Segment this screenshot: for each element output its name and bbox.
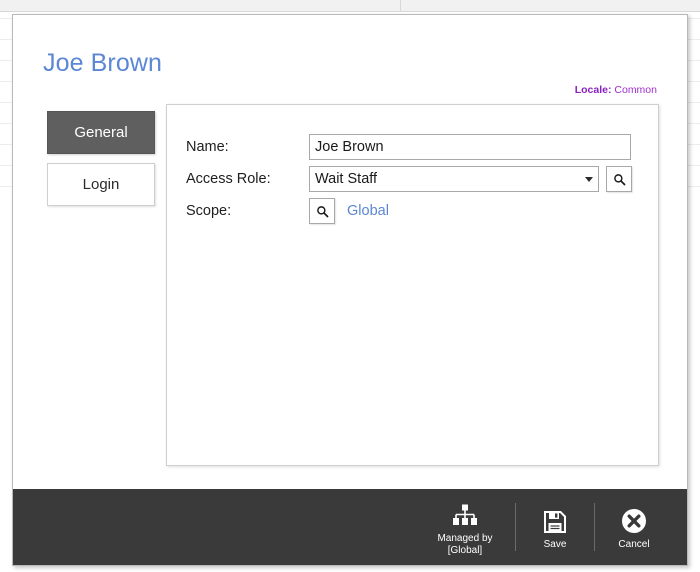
edit-user-dialog: Joe Brown Locale: Common General Login N… <box>12 14 688 566</box>
managed-by-label: Managed by [Global] <box>437 532 493 556</box>
cancel-label: Cancel <box>618 538 650 550</box>
name-label: Name: <box>186 139 229 155</box>
managed-by-button[interactable]: Managed by [Global] <box>419 489 511 565</box>
general-tab-panel: Name: Access Role: Wait Staff <box>166 104 659 466</box>
access-role-dropdown[interactable]: Wait Staff <box>309 166 599 192</box>
name-input[interactable] <box>309 134 631 160</box>
access-role-value: Wait Staff <box>315 171 378 187</box>
general-form: Name: Access Role: Wait Staff <box>186 131 638 227</box>
footer-divider <box>594 503 595 551</box>
scope-search-button[interactable] <box>309 198 335 224</box>
dialog-body: Joe Brown Locale: Common General Login N… <box>13 15 687 491</box>
background-toolbar-divider <box>400 0 401 11</box>
locale-label: Locale: <box>574 84 612 96</box>
access-role-search-button[interactable] <box>606 166 632 192</box>
tab-general[interactable]: General <box>47 111 155 154</box>
background-toolbar <box>0 0 700 12</box>
search-icon <box>613 173 625 185</box>
footer-right-spacer <box>669 489 687 565</box>
hierarchy-icon <box>452 498 478 528</box>
scope-label: Scope: <box>186 203 232 219</box>
locale-indicator: Locale: Common <box>575 84 657 96</box>
save-label: Save <box>543 538 567 550</box>
close-circle-icon <box>621 504 647 534</box>
form-row-access-role: Access Role: Wait Staff <box>186 163 638 195</box>
tab-strip: General Login <box>47 111 155 215</box>
chevron-down-icon[interactable] <box>580 176 598 182</box>
floppy-disk-icon <box>543 504 567 534</box>
tab-login[interactable]: Login <box>47 163 155 206</box>
scope-value-link[interactable]: Global <box>347 203 389 219</box>
locale-value: Common <box>614 84 657 96</box>
footer-divider <box>515 503 516 551</box>
page-title: Joe Brown <box>43 49 163 77</box>
search-icon <box>316 205 328 217</box>
dialog-footer-toolbar: Managed by [Global] Save Cancel <box>13 489 687 565</box>
save-button[interactable]: Save <box>520 489 590 565</box>
access-role-label: Access Role: <box>186 171 271 187</box>
form-row-name: Name: <box>186 131 638 163</box>
form-row-scope: Scope: Global <box>186 195 638 227</box>
cancel-button[interactable]: Cancel <box>599 489 669 565</box>
